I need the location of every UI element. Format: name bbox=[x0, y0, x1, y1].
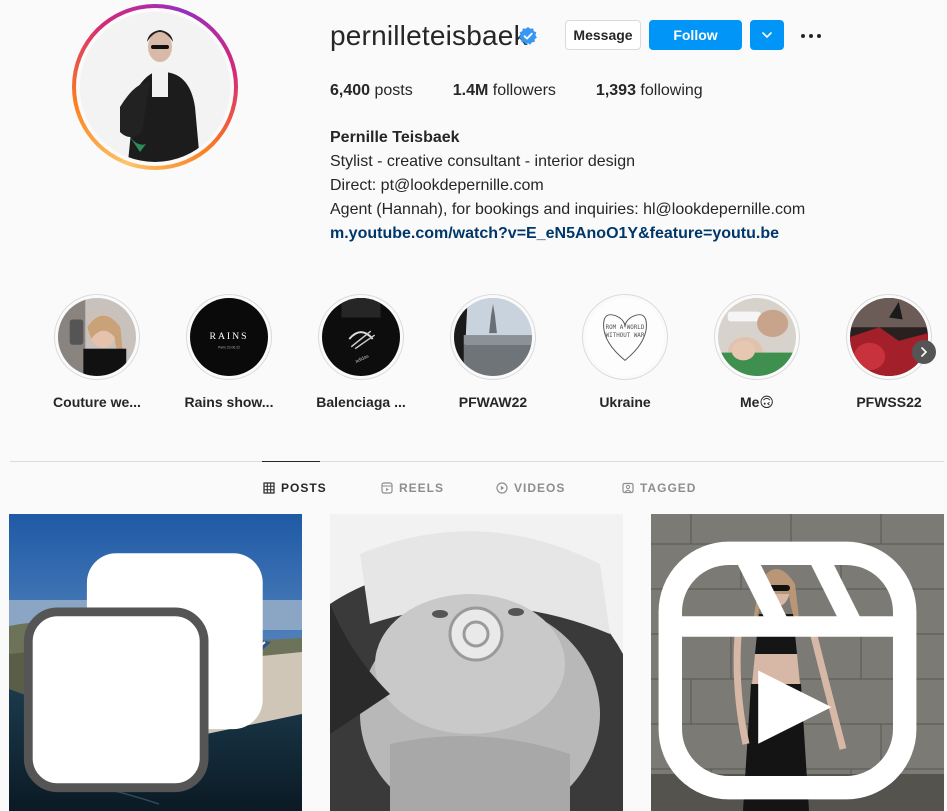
highlight-image bbox=[454, 298, 532, 376]
reel-icon bbox=[658, 541, 917, 800]
stat-following[interactable]: 1,393 following bbox=[596, 82, 703, 100]
highlight-label: Couture we... bbox=[53, 394, 141, 410]
follow-button[interactable]: Follow bbox=[649, 20, 742, 50]
highlight-label: Balenciaga ... bbox=[316, 394, 406, 410]
post-thumbnail[interactable] bbox=[330, 514, 623, 811]
tab-videos[interactable]: VIDEOS bbox=[496, 481, 565, 495]
profile-bio: Pernille Teisbaek Stylist - creative con… bbox=[330, 126, 805, 246]
highlight-ring bbox=[54, 294, 140, 380]
profile-stats: 6,400 posts 1.4M followers 1,393 followi… bbox=[330, 82, 703, 100]
tab-label: TAGGED bbox=[640, 481, 697, 495]
highlight-image bbox=[718, 298, 796, 376]
more-options-icon[interactable] bbox=[801, 26, 825, 46]
highlight-image: adidas bbox=[322, 298, 400, 376]
profile-avatar[interactable] bbox=[72, 4, 238, 170]
tagged-icon bbox=[622, 482, 634, 494]
highlight-label: Me🙃 bbox=[739, 394, 775, 410]
highlight-image-text: WITHOUT WAR bbox=[606, 333, 645, 339]
highlight-label: PFWAW22 bbox=[458, 394, 528, 410]
tab-posts[interactable]: POSTS bbox=[263, 481, 327, 495]
highlight-image-subtext: Paris 23.06.22 bbox=[218, 346, 240, 350]
stat-followers-value: 1.4M bbox=[452, 82, 489, 99]
stat-followers-label: followers bbox=[492, 82, 556, 99]
highlight-item[interactable]: PFWAW22 bbox=[448, 294, 538, 410]
active-tab-indicator bbox=[262, 461, 320, 462]
tab-reels[interactable]: REELS bbox=[381, 481, 444, 495]
grid-icon bbox=[263, 482, 275, 494]
video-icon bbox=[496, 482, 508, 494]
highlight-image bbox=[58, 298, 136, 376]
highlight-ring: adidas bbox=[318, 294, 404, 380]
tab-label: REELS bbox=[399, 481, 445, 495]
message-button[interactable]: Message bbox=[565, 20, 641, 50]
bio-line: Direct: pt@lookdepernille.com bbox=[330, 177, 544, 194]
stat-followers[interactable]: 1.4M followers bbox=[453, 82, 556, 100]
chevron-right-icon[interactable] bbox=[912, 340, 936, 364]
bio-external-link[interactable]: m.youtube.com/watch?v=E_eN5AnoO1Y&featur… bbox=[330, 222, 805, 246]
tabs-divider bbox=[10, 461, 944, 462]
avatar-photo bbox=[80, 12, 230, 162]
verified-badge-icon bbox=[519, 27, 537, 45]
tab-tagged[interactable]: TAGGED bbox=[622, 481, 696, 495]
tab-label: VIDEOS bbox=[514, 481, 566, 495]
highlight-item[interactable]: RAINS Paris 23.06.22 Rains show... bbox=[184, 294, 274, 410]
post-thumbnail[interactable] bbox=[651, 514, 944, 811]
highlight-image bbox=[850, 298, 928, 376]
highlight-image: RAINS Paris 23.06.22 bbox=[190, 298, 268, 376]
highlight-label: PFWSS22 bbox=[856, 394, 922, 410]
highlight-item[interactable]: Couture we... bbox=[52, 294, 142, 410]
highlight-ring bbox=[450, 294, 536, 380]
chevron-down-icon bbox=[762, 32, 772, 39]
bio-full-name: Pernille Teisbaek bbox=[330, 129, 460, 146]
highlight-image: ROM A WORLD WITHOUT WAR bbox=[586, 298, 664, 376]
post-image bbox=[330, 514, 623, 811]
reels-icon bbox=[381, 482, 393, 494]
stat-following-label: following bbox=[640, 82, 703, 99]
profile-username: pernilleteisbaek bbox=[330, 20, 528, 51]
highlight-ring bbox=[846, 294, 932, 380]
highlight-ring bbox=[714, 294, 800, 380]
bio-line: Stylist - creative consultant - interior… bbox=[330, 153, 636, 170]
highlight-image-text: RAINS bbox=[209, 331, 248, 342]
avatar-image bbox=[80, 12, 230, 162]
stat-posts: 6,400 posts bbox=[330, 82, 413, 100]
highlight-item[interactable]: Me🙃 bbox=[712, 294, 802, 411]
stat-posts-value: 6,400 bbox=[330, 82, 371, 99]
carousel-icon bbox=[23, 553, 263, 793]
tab-label: POSTS bbox=[281, 481, 327, 495]
post-thumbnail[interactable] bbox=[9, 514, 302, 811]
highlight-item[interactable]: adidas Balenciaga ... bbox=[316, 294, 406, 410]
story-highlights: Couture we... RAINS Paris 23.06.22 Rains… bbox=[52, 294, 932, 414]
highlight-label: Rains show... bbox=[184, 394, 274, 410]
highlight-ring: ROM A WORLD WITHOUT WAR bbox=[582, 294, 668, 380]
highlight-item[interactable]: ROM A WORLD WITHOUT WAR Ukraine bbox=[580, 294, 670, 410]
highlight-label: Ukraine bbox=[599, 394, 651, 410]
highlight-ring: RAINS Paris 23.06.22 bbox=[186, 294, 272, 380]
avatar-inner bbox=[76, 8, 234, 166]
suggested-accounts-button[interactable] bbox=[750, 20, 784, 50]
bio-line: Agent (Hannah), for bookings and inquiri… bbox=[330, 201, 806, 218]
stat-posts-label: posts bbox=[374, 82, 413, 99]
stat-following-value: 1,393 bbox=[595, 82, 636, 99]
